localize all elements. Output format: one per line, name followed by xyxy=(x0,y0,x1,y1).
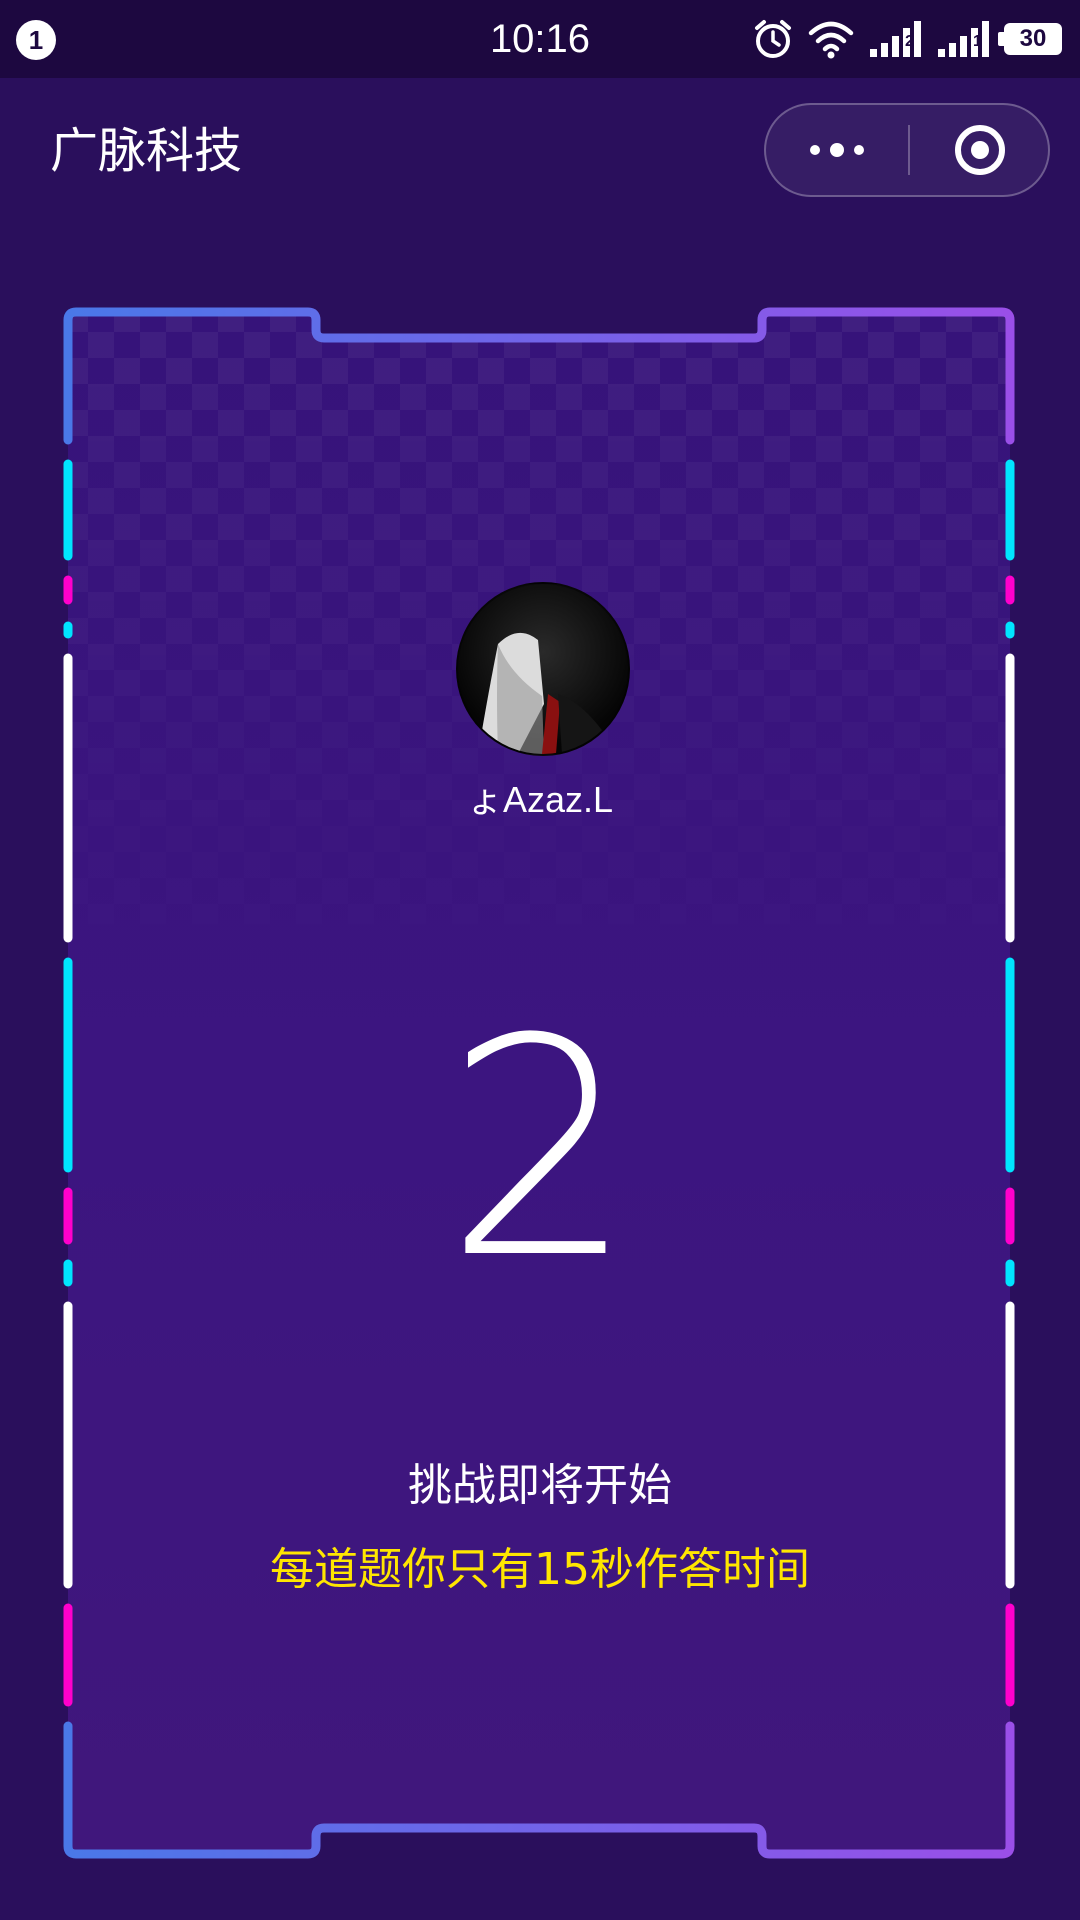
username: ょAzaz.L xyxy=(466,779,614,820)
avatar-suit-icon xyxy=(478,632,618,754)
status-icons: 2 1 30 xyxy=(752,16,1062,62)
countdown-number: 2 xyxy=(444,975,636,1324)
sim2-label: 1 xyxy=(973,33,982,50)
avatar xyxy=(456,582,630,756)
status-bar: 1 10:16 2 1 30 xyxy=(0,0,1080,78)
battery-icon: 30 xyxy=(998,23,1062,55)
signal-icon: 1 xyxy=(936,19,990,59)
target-close-icon xyxy=(955,125,1005,175)
more-button[interactable] xyxy=(766,105,908,195)
page-title: 广脉科技 xyxy=(50,123,243,179)
sim1-label: 2 xyxy=(905,33,914,50)
time-limit-hint: 每道题你只有15秒作答时间 xyxy=(270,1544,810,1595)
wifi-icon xyxy=(808,21,854,59)
miniprogram-capsule xyxy=(764,103,1050,197)
alarm-icon xyxy=(755,20,791,58)
challenge-starting-text: 挑战即将开始 xyxy=(408,1460,672,1511)
more-dots-icon xyxy=(810,143,864,157)
close-button[interactable] xyxy=(910,105,1050,195)
signal-icon: 2 xyxy=(868,19,922,59)
